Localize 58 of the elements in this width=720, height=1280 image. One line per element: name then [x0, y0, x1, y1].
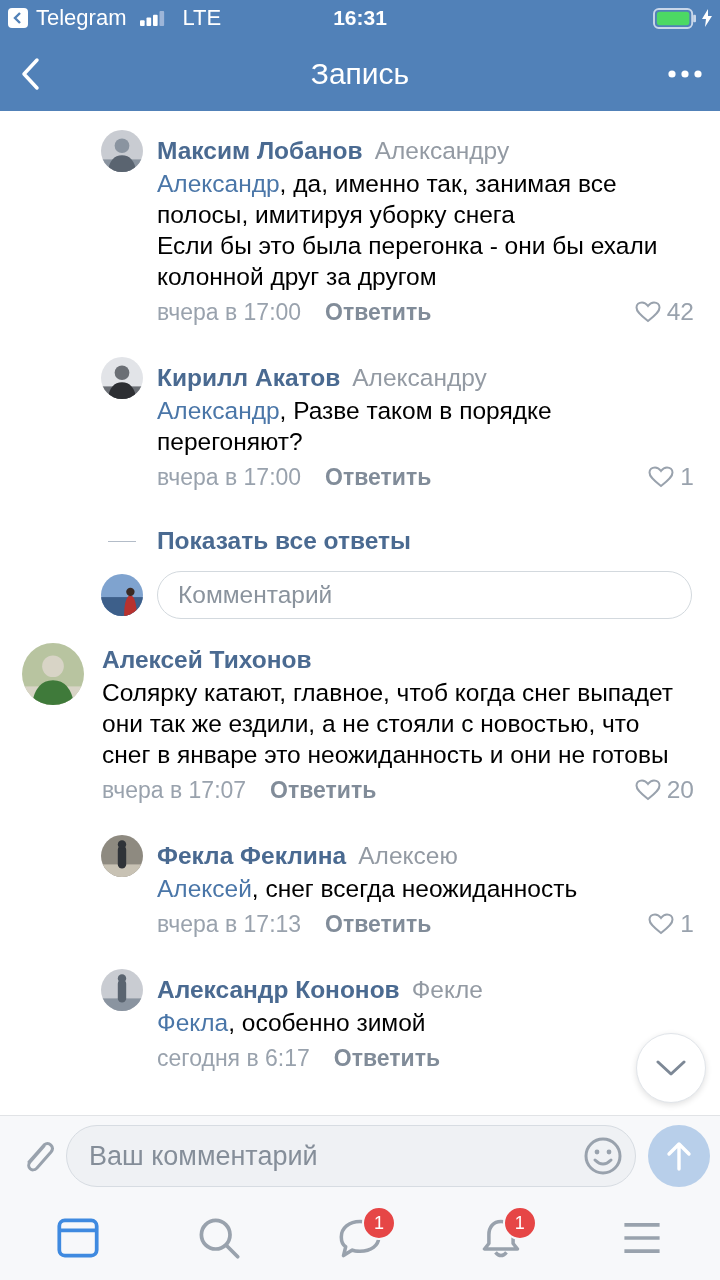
- mention-link[interactable]: Александр: [157, 170, 280, 197]
- author-name[interactable]: Максим Лобанов: [157, 134, 363, 168]
- reply-link[interactable]: Ответить: [270, 776, 377, 804]
- addressee-name: Фекле: [411, 975, 483, 1005]
- mention-link[interactable]: Фекла: [157, 1009, 229, 1036]
- comment-time: вчера в 17:00: [157, 298, 302, 326]
- back-app-label[interactable]: Telegram: [36, 5, 127, 31]
- signal-icon: [140, 10, 167, 26]
- comment-text: Александр, да, именно так, занимая все полосы, имитируя уборку снега Если бы это была перегонка - они бы ехали колонной друг за другом: [157, 169, 659, 292]
- page-title: Запись: [309, 56, 411, 91]
- arrow-up-icon: [666, 1141, 692, 1171]
- feed-tab[interactable]: [56, 1216, 101, 1260]
- mention-link[interactable]: Александр: [157, 397, 280, 424]
- battery-icon: [653, 7, 697, 29]
- comment-time: вчера в 17:07: [102, 776, 247, 804]
- author-name[interactable]: Фекла Феклина: [157, 839, 347, 873]
- more-icon[interactable]: [668, 69, 702, 78]
- comment-text: Фекла, особенно зимой: [157, 1008, 427, 1038]
- search-tab[interactable]: [197, 1216, 242, 1260]
- reply-link[interactable]: Ответить: [325, 910, 432, 938]
- like-count: 20: [666, 776, 694, 804]
- reply-input-field[interactable]: Комментарий: [157, 571, 692, 619]
- unread-badge: 1: [502, 1206, 537, 1240]
- heart-icon[interactable]: [648, 913, 675, 935]
- like-count: 42: [666, 298, 694, 326]
- heart-icon[interactable]: [634, 779, 661, 801]
- author-name[interactable]: Кирилл Акатов: [157, 361, 341, 395]
- comment-time: вчера в 17:13: [157, 910, 302, 938]
- reply-link[interactable]: Ответить: [325, 298, 432, 326]
- comment-input[interactable]: Ваш комментарий: [87, 1139, 583, 1173]
- reply-link[interactable]: Ответить: [333, 1044, 441, 1072]
- comment-text: Алексей, снег всегда неожиданность: [157, 874, 579, 904]
- back-icon[interactable]: [20, 56, 40, 91]
- comment-time: вчера в 17:00: [157, 463, 302, 491]
- unread-badge: 1: [362, 1206, 396, 1240]
- back-app-icon[interactable]: [8, 8, 28, 28]
- comment-text: Солярку катают, главное, чтоб когда снег выпадет они так же ездили, а не стояли с новостью, что снег в январе это неожиданность и они не готовы: [102, 678, 674, 770]
- heart-icon[interactable]: [634, 301, 661, 323]
- addressee-name: Александру: [352, 363, 487, 393]
- clock: 16:31: [332, 6, 388, 30]
- network-label: LTE: [182, 5, 222, 31]
- addressee-name: Алексею: [358, 841, 458, 871]
- like-count: 1: [680, 463, 694, 491]
- show-all-replies-link[interactable]: Показать все ответы: [157, 527, 411, 555]
- comment-field[interactable]: Ваш комментарий: [66, 1125, 636, 1187]
- author-name[interactable]: Александр Кононов: [157, 973, 400, 1007]
- like-count: 1: [680, 910, 694, 938]
- comment-text: Александр, Разве таком в порядке перегоняют?: [157, 396, 553, 457]
- heart-icon[interactable]: [648, 466, 675, 488]
- reply-link[interactable]: Ответить: [325, 463, 432, 491]
- author-name[interactable]: Алексей Тихонов: [102, 643, 312, 677]
- chevron-down-icon: [656, 1060, 686, 1076]
- addressee-name: Александру: [374, 136, 510, 166]
- scroll-down-button[interactable]: [636, 1033, 706, 1103]
- comment-time: сегодня в 6:17: [157, 1044, 310, 1072]
- smiley-icon[interactable]: [583, 1136, 623, 1176]
- mention-link[interactable]: Алексей: [157, 875, 252, 902]
- charging-icon: [702, 9, 712, 27]
